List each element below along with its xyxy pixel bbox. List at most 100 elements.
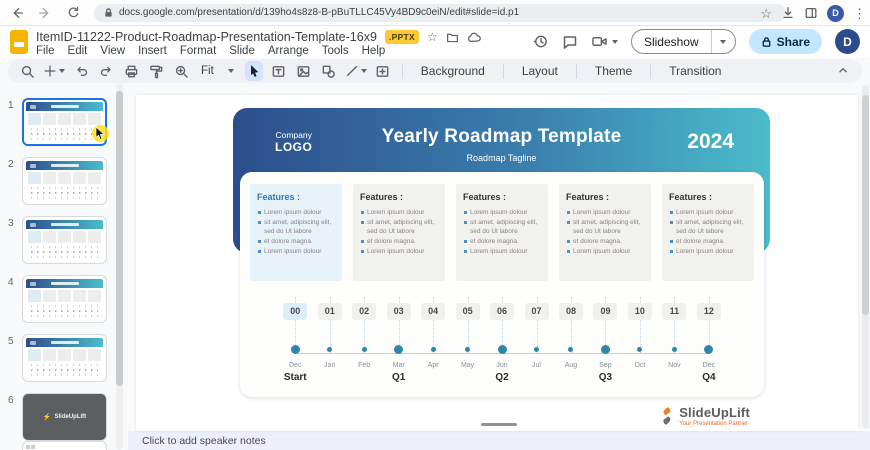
meet-button[interactable]: [591, 34, 618, 49]
menu-help[interactable]: Help: [362, 45, 386, 57]
pptx-badge: .PPTX: [385, 30, 419, 44]
insert-image-icon[interactable]: [295, 61, 313, 81]
mini-card: [28, 349, 41, 361]
theme-button[interactable]: Theme: [587, 64, 640, 78]
timeline-item-02[interactable]: 02Feb: [347, 303, 381, 385]
reload-icon[interactable]: [62, 2, 84, 24]
notes-resize-handle[interactable]: [481, 423, 517, 426]
star-icon[interactable]: ☆: [427, 31, 438, 43]
new-slide-caret-icon[interactable]: [59, 69, 65, 73]
speaker-notes-bar[interactable]: Click to add speaker notes: [128, 431, 870, 450]
feature-card-4[interactable]: Features :Lorem ipsum doloursit amet, ad…: [559, 184, 651, 281]
browser-avatar[interactable]: D: [827, 5, 844, 22]
mini-card: [88, 290, 101, 302]
menu-format[interactable]: Format: [180, 45, 216, 57]
insert-line-caret-icon[interactable]: [361, 69, 367, 73]
menu-insert[interactable]: Insert: [138, 45, 167, 57]
timeline-item-11[interactable]: 11Nov: [657, 303, 691, 385]
insert-placeholder-icon[interactable]: [374, 61, 392, 81]
document-title[interactable]: ItemID-11222-Product-Roadmap-Presentatio…: [36, 30, 377, 44]
feature-card-1[interactable]: Features :Lorem ipsum doloursit amet, ad…: [250, 184, 342, 281]
share-button[interactable]: Share: [749, 29, 822, 54]
content-column: Company LOGO Yearly Roadmap Template Roa…: [128, 83, 870, 450]
layout-button[interactable]: Layout: [514, 64, 566, 78]
timeline-item-05[interactable]: 05May: [450, 303, 484, 385]
feature-card-5[interactable]: Features :Lorem ipsum doloursit amet, ad…: [662, 184, 754, 281]
cloud-status-icon[interactable]: [467, 31, 481, 44]
menu-slide[interactable]: Slide: [229, 45, 255, 57]
zoom-icon[interactable]: [172, 61, 190, 81]
zoom-fit-caret-icon[interactable]: [228, 69, 234, 73]
text-box-icon[interactable]: [270, 61, 288, 81]
meet-caret-icon[interactable]: [612, 40, 618, 44]
timeline-dot-slot: [601, 344, 610, 354]
slide-thumbnail-3[interactable]: [22, 216, 107, 264]
forward-icon[interactable]: [34, 2, 56, 24]
side-panel-icon[interactable]: [804, 6, 818, 20]
zoom-fit-select[interactable]: Fit: [197, 65, 238, 77]
timeline-month: Oct: [634, 362, 645, 369]
address-bar[interactable]: docs.google.com/presentation/d/139ho4s8z…: [94, 4, 786, 22]
timeline-month: Jul: [532, 362, 541, 369]
slideshow-caret[interactable]: [711, 29, 735, 54]
slide-number: 2: [8, 159, 14, 170]
slide-content-panel[interactable]: Features : Lorem ipsum doloursit amet, ad…: [240, 172, 764, 397]
slide-thumbnail-5[interactable]: [22, 334, 107, 382]
print-icon[interactable]: [122, 61, 140, 81]
feature-card-2[interactable]: Features :Lorem ipsum doloursit amet, ad…: [353, 184, 445, 281]
timeline-item-00[interactable]: 00DecStart: [278, 303, 312, 385]
menu-edit[interactable]: Edit: [68, 45, 88, 57]
slide-tagline[interactable]: Roadmap Tagline: [233, 153, 770, 163]
canvas-scrollbar-thumb[interactable]: [862, 95, 869, 315]
timeline-item-01[interactable]: 01Jan: [312, 303, 346, 385]
slide-year[interactable]: 2024: [687, 130, 734, 154]
collapse-toolbar-icon[interactable]: [836, 63, 850, 77]
insert-line-button[interactable]: [345, 64, 367, 78]
background-button[interactable]: Background: [413, 64, 493, 78]
select-tool-icon[interactable]: [245, 61, 263, 81]
slides-logo-icon[interactable]: [10, 30, 28, 54]
timeline-item-08[interactable]: 08Aug: [554, 303, 588, 385]
download-icon[interactable]: [781, 6, 795, 20]
menu-file[interactable]: File: [36, 45, 55, 57]
feature-bullets: Lorem ipsum doloursit amet, adipiscing e…: [257, 208, 335, 256]
new-slide-button[interactable]: [43, 64, 65, 78]
paint-format-icon[interactable]: [147, 61, 165, 81]
slide-thumbnail-partial[interactable]: [22, 441, 107, 450]
insert-shape-icon[interactable]: [320, 61, 338, 81]
browser-menu-icon[interactable]: ⋮: [853, 7, 866, 20]
undo-icon[interactable]: [72, 61, 90, 81]
slideshow-button[interactable]: Slideshow: [631, 29, 736, 54]
timeline-dot: [568, 347, 573, 352]
bookmark-star-icon[interactable]: ☆: [760, 7, 772, 20]
comment-icon[interactable]: [562, 34, 578, 50]
back-icon[interactable]: [6, 2, 28, 24]
timeline-item-06[interactable]: 06JunQ2: [485, 303, 519, 385]
feature-card-3[interactable]: Features :Lorem ipsum doloursit amet, ad…: [456, 184, 548, 281]
timeline-item-10[interactable]: 10Oct: [623, 303, 657, 385]
version-history-icon[interactable]: [532, 33, 549, 50]
menu-tools[interactable]: Tools: [322, 45, 349, 57]
slideshow-label[interactable]: Slideshow: [632, 35, 711, 49]
feature-bullet: Lorem ipsum dolour: [463, 208, 541, 217]
search-menus-icon[interactable]: [18, 61, 36, 81]
slide-page[interactable]: Company LOGO Yearly Roadmap Template Roa…: [136, 95, 858, 431]
timeline-item-07[interactable]: 07Jul: [519, 303, 553, 385]
timeline-dot: [704, 345, 713, 354]
timeline-item-12[interactable]: 12DecQ4: [692, 303, 726, 385]
timeline-item-03[interactable]: 03MarQ1: [381, 303, 415, 385]
slide-thumbnail-2[interactable]: [22, 157, 107, 205]
transition-button[interactable]: Transition: [661, 64, 729, 78]
slide-canvas[interactable]: Company LOGO Yearly Roadmap Template Roa…: [128, 83, 870, 431]
menu-view[interactable]: View: [100, 45, 125, 57]
move-folder-icon[interactable]: [446, 31, 459, 44]
timeline-item-09[interactable]: 09SepQ3: [588, 303, 622, 385]
filmstrip-scrollbar-thumb[interactable]: [116, 91, 123, 386]
redo-icon[interactable]: [97, 61, 115, 81]
feature-title: Features :: [360, 192, 438, 202]
timeline-item-04[interactable]: 04Apr: [416, 303, 450, 385]
menu-arrange[interactable]: Arrange: [268, 45, 309, 57]
slide-thumbnail-4[interactable]: [22, 275, 107, 323]
slide-thumbnail-6[interactable]: ⚡SlideUpLift: [22, 393, 107, 441]
account-avatar[interactable]: D: [835, 29, 860, 54]
